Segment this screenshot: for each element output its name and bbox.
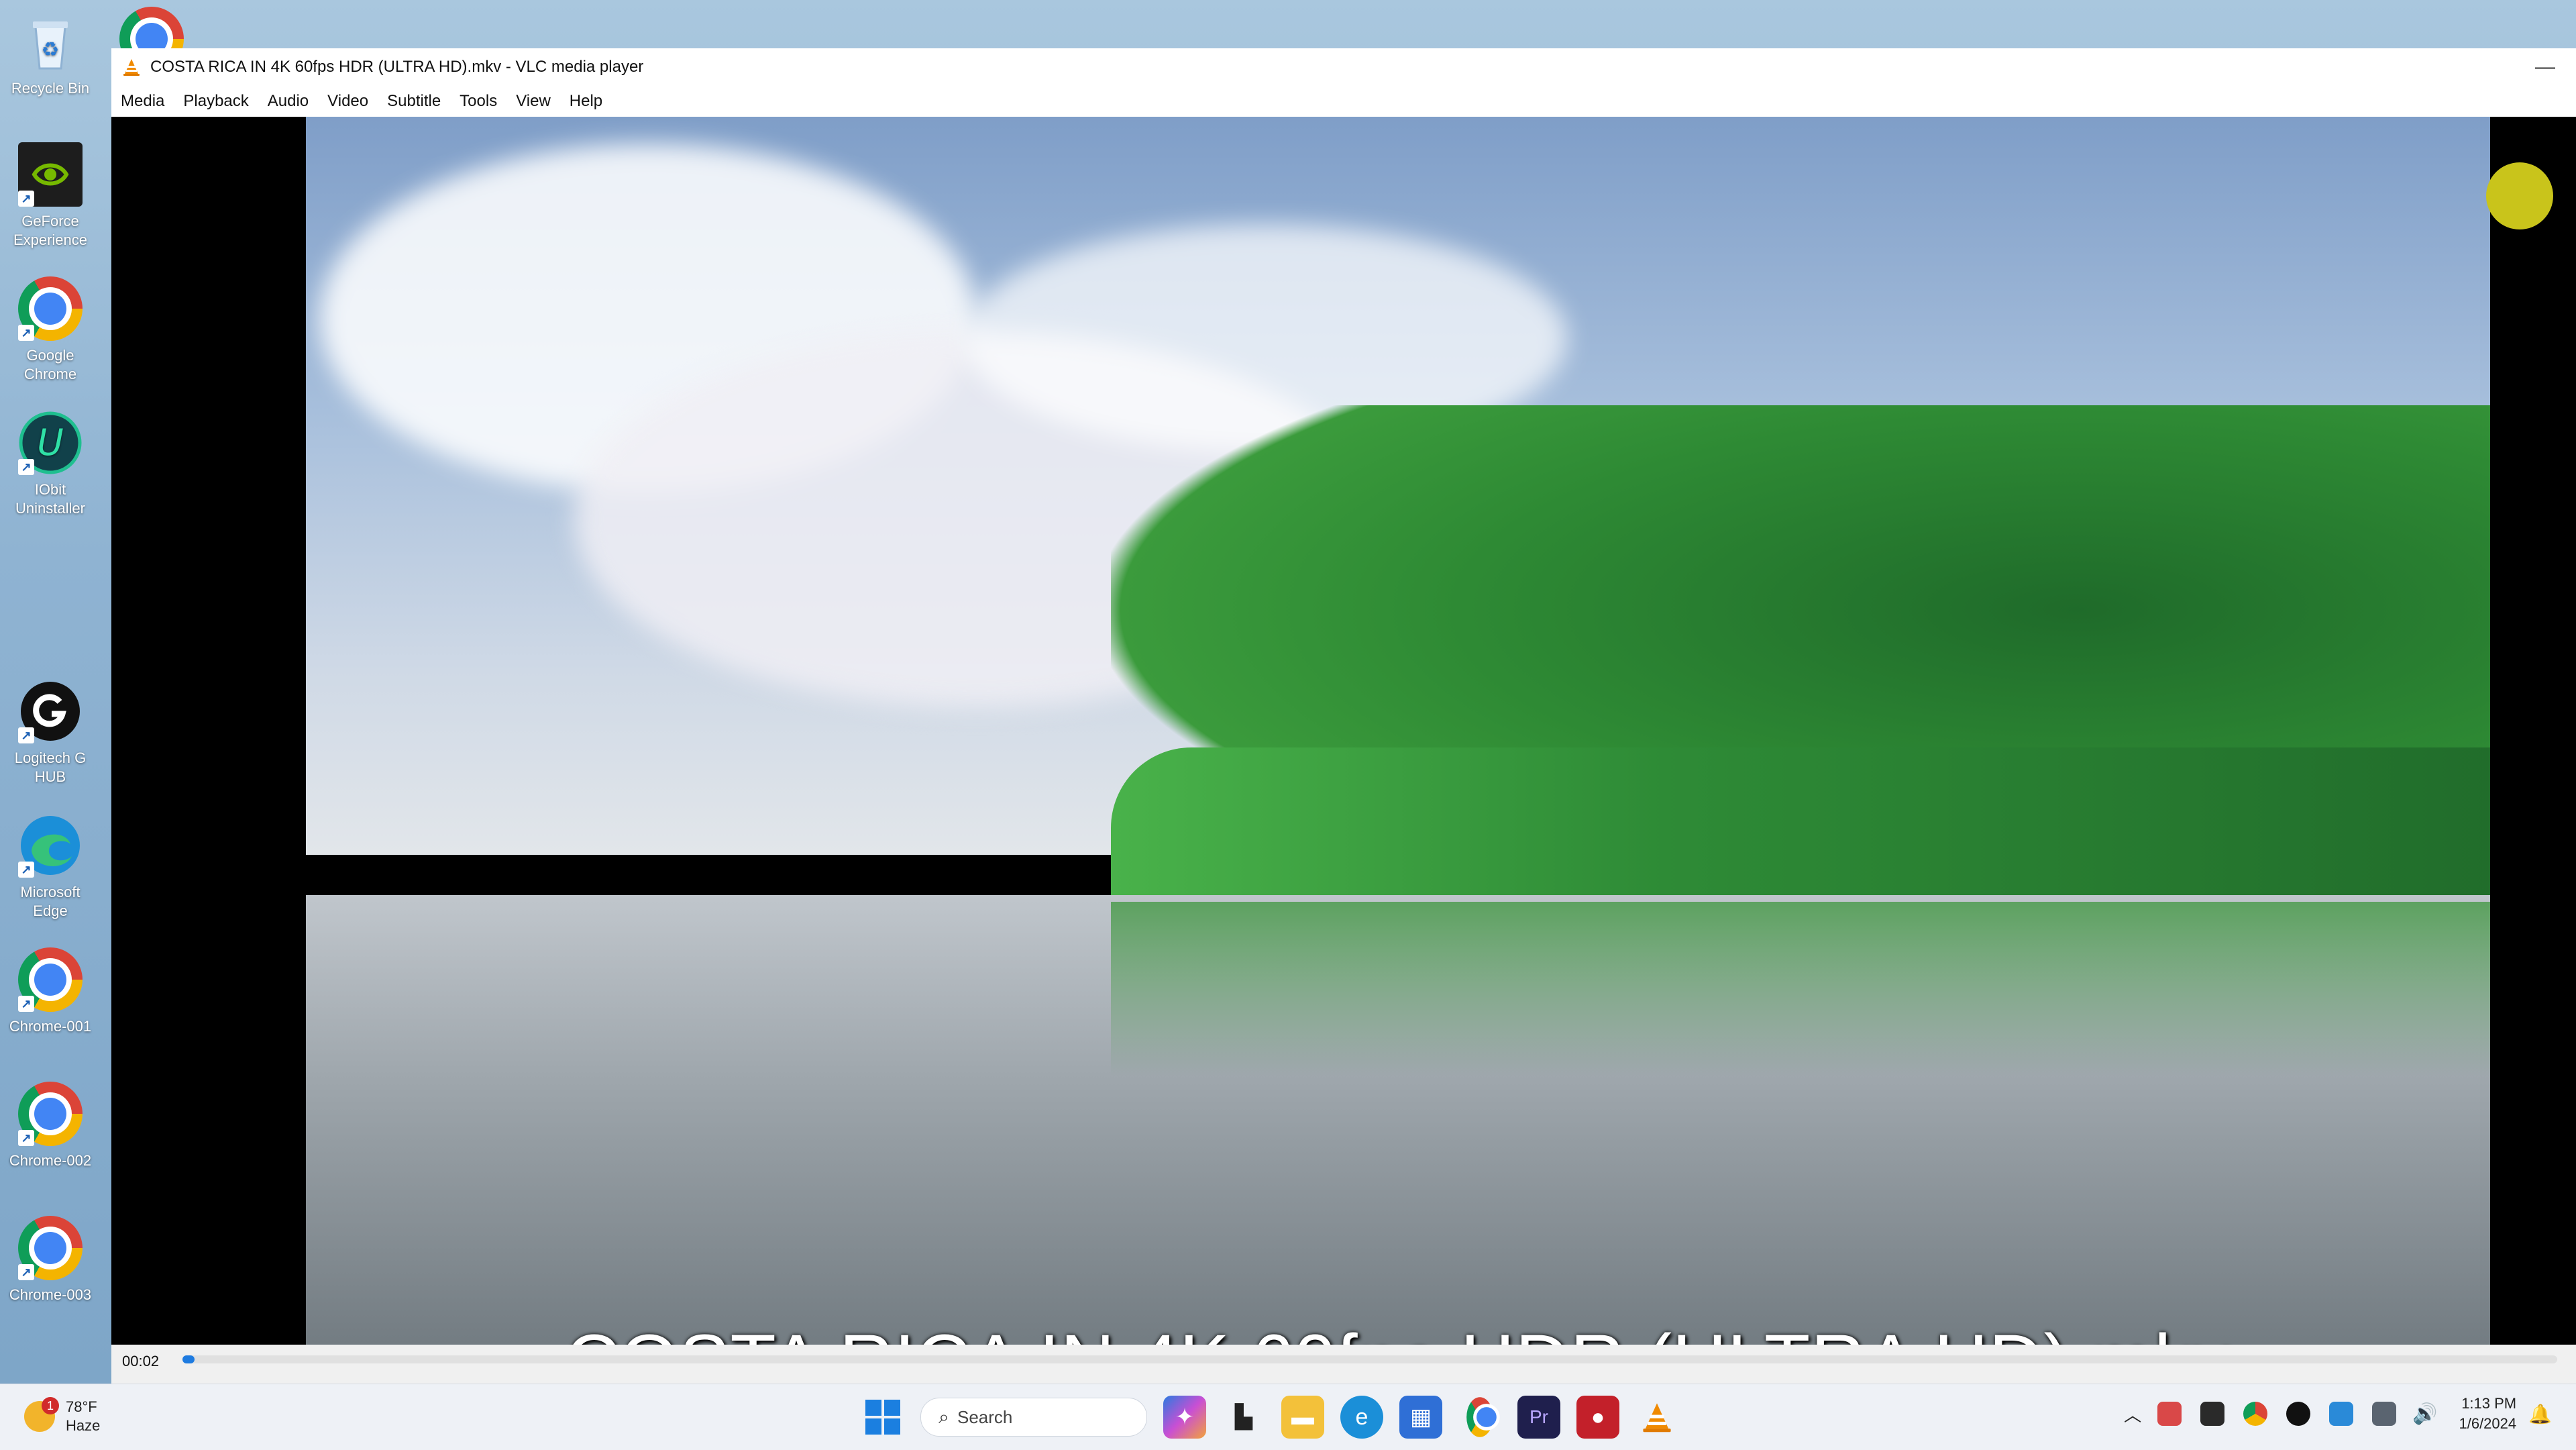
tray-app-icon[interactable]: [2157, 1402, 2182, 1426]
chrome-icon: ↗: [18, 1082, 83, 1146]
menu-tools[interactable]: Tools: [450, 92, 506, 111]
chevron-up-icon[interactable]: ︿: [2124, 1402, 2141, 1427]
cursor-highlight: [2486, 162, 2553, 229]
copilot-icon[interactable]: ✦: [1163, 1396, 1206, 1439]
vlc-window: COSTA RICA IN 4K 60fps HDR (ULTRA HD).mk…: [111, 48, 2576, 1384]
chrome-icon: [119, 7, 184, 48]
desktop-icon-chrome-001[interactable]: ↗ Chrome-001: [5, 947, 95, 1036]
volume-icon[interactable]: 🔊: [2412, 1402, 2437, 1426]
menu-audio[interactable]: Audio: [258, 92, 318, 111]
menu-help[interactable]: Help: [560, 92, 612, 111]
defender-tray-icon[interactable]: [2329, 1402, 2354, 1426]
weather-sun-icon: 1: [24, 1397, 59, 1432]
desktop-icon-chrome-003[interactable]: ↗ Chrome-003: [5, 1216, 95, 1304]
notification-badge: 1: [42, 1397, 59, 1414]
seek-slider[interactable]: [182, 1355, 2557, 1363]
desktop-icon-recycle-bin[interactable]: ♻ Recycle Bin: [5, 9, 95, 98]
video-caption: COSTA RICA IN 4K 60fps HDR (ULTRA HD).mk…: [306, 1318, 2490, 1345]
seek-progress: [182, 1355, 195, 1363]
desktop-icon-label: Microsoft Edge: [20, 884, 80, 919]
window-title: COSTA RICA IN 4K 60fps HDR (ULTRA HD).mk…: [150, 58, 644, 76]
vlc-icon[interactable]: [1635, 1396, 1678, 1439]
desktop-icon-label: IObit Uninstaller: [15, 481, 85, 517]
desktop-icon-label: Recycle Bin: [11, 80, 90, 97]
logitech-tray-icon[interactable]: [2286, 1402, 2311, 1426]
desktop-icon-label: Chrome-001: [9, 1018, 92, 1035]
svg-text:U: U: [37, 421, 64, 464]
clock-date: 1/6/2024: [2459, 1415, 2517, 1432]
file-explorer-icon[interactable]: ▬: [1281, 1396, 1324, 1439]
network-icon[interactable]: [2372, 1402, 2397, 1426]
desktop-icon-google-chrome[interactable]: ↗ Google Chrome: [5, 276, 95, 384]
desktop-icon-geforce[interactable]: ↗ GeForce Experience: [5, 142, 95, 250]
desktop-icon-chrome-002[interactable]: ↗ Chrome-002: [5, 1082, 95, 1170]
taskbar-search[interactable]: ⌕ Search: [920, 1398, 1147, 1437]
svg-text:♻: ♻: [42, 38, 60, 62]
search-placeholder: Search: [957, 1406, 1013, 1427]
task-view-icon[interactable]: ▙: [1222, 1396, 1265, 1439]
taskbar-apps: ⌕ Search ✦ ▙ ▬ e ▦ Pr ●: [853, 1396, 1686, 1439]
menu-bar: Media Playback Audio Video Subtitle Tool…: [111, 86, 2576, 117]
desktop-icon-label: Chrome-003: [9, 1286, 92, 1303]
menu-subtitle[interactable]: Subtitle: [378, 92, 450, 111]
weather-widget[interactable]: 1 78°F Haze: [24, 1397, 101, 1435]
desktop-icon-label: Chrome-002: [9, 1152, 92, 1169]
desktop-icon-label: GeForce Experience: [13, 213, 88, 248]
windows-logo-icon: [865, 1400, 900, 1435]
edge-icon[interactable]: e: [1340, 1396, 1383, 1439]
desktop-icon-label: Google Chrome: [23, 347, 77, 382]
geforce-icon: ↗: [18, 142, 83, 207]
recycle-bin-icon: ♻: [18, 9, 83, 74]
desktop-icon-edge[interactable]: ↗ Microsoft Edge: [5, 813, 95, 921]
title-bar[interactable]: COSTA RICA IN 4K 60fps HDR (ULTRA HD).mk…: [111, 48, 2576, 86]
nvidia-tray-icon[interactable]: [2200, 1402, 2225, 1426]
time-elapsed: 00:02: [122, 1353, 160, 1369]
menu-video[interactable]: Video: [318, 92, 378, 111]
search-icon: ⌕: [938, 1406, 949, 1427]
weather-temp: 78°F: [66, 1398, 97, 1415]
video-frame: COSTA RICA IN 4K 60fps HDR (ULTRA HD).mk…: [306, 117, 2490, 1345]
desktop-icon-logitech[interactable]: ↗ Logitech G HUB: [5, 679, 95, 786]
desktop-icon-iobit[interactable]: U ↗ IObit Uninstaller: [5, 411, 95, 518]
vlc-cone-icon: [123, 59, 140, 76]
taskbar: 1 78°F Haze ⌕ Search ✦ ▙ ▬ e ▦ Pr ● ︿ 🔊 …: [0, 1384, 2576, 1450]
chrome-icon[interactable]: [1458, 1396, 1501, 1439]
edge-icon: ↗: [18, 813, 83, 878]
start-button[interactable]: [861, 1396, 904, 1439]
menu-media[interactable]: Media: [111, 92, 174, 111]
clock-time: 1:13 PM: [2461, 1395, 2517, 1412]
desktop-icon-label: Logitech G HUB: [14, 749, 87, 785]
chrome-tray-icon[interactable]: [2243, 1402, 2268, 1426]
store-icon[interactable]: ▦: [1399, 1396, 1442, 1439]
chrome-icon: ↗: [18, 1216, 83, 1280]
notification-bell-icon[interactable]: 🔔: [2528, 1403, 2552, 1425]
seek-row: 00:02: [111, 1345, 2576, 1384]
chrome-icon: ↗: [18, 276, 83, 341]
minimize-button[interactable]: —: [2514, 56, 2576, 79]
menu-view[interactable]: View: [506, 92, 560, 111]
chrome-icon: ↗: [18, 947, 83, 1012]
premiere-icon[interactable]: Pr: [1517, 1396, 1560, 1439]
recorder-icon[interactable]: ●: [1576, 1396, 1619, 1439]
system-tray: ︿ 🔊 1:13 PM 1/6/2024 🔔: [2124, 1394, 2552, 1434]
menu-playback[interactable]: Playback: [174, 92, 258, 111]
clock[interactable]: 1:13 PM 1/6/2024: [2459, 1394, 2516, 1434]
iobit-icon: U ↗: [18, 411, 83, 475]
weather-condition: Haze: [66, 1417, 101, 1434]
video-area[interactable]: COSTA RICA IN 4K 60fps HDR (ULTRA HD).mk…: [111, 117, 2576, 1345]
logitech-icon: ↗: [18, 679, 83, 743]
